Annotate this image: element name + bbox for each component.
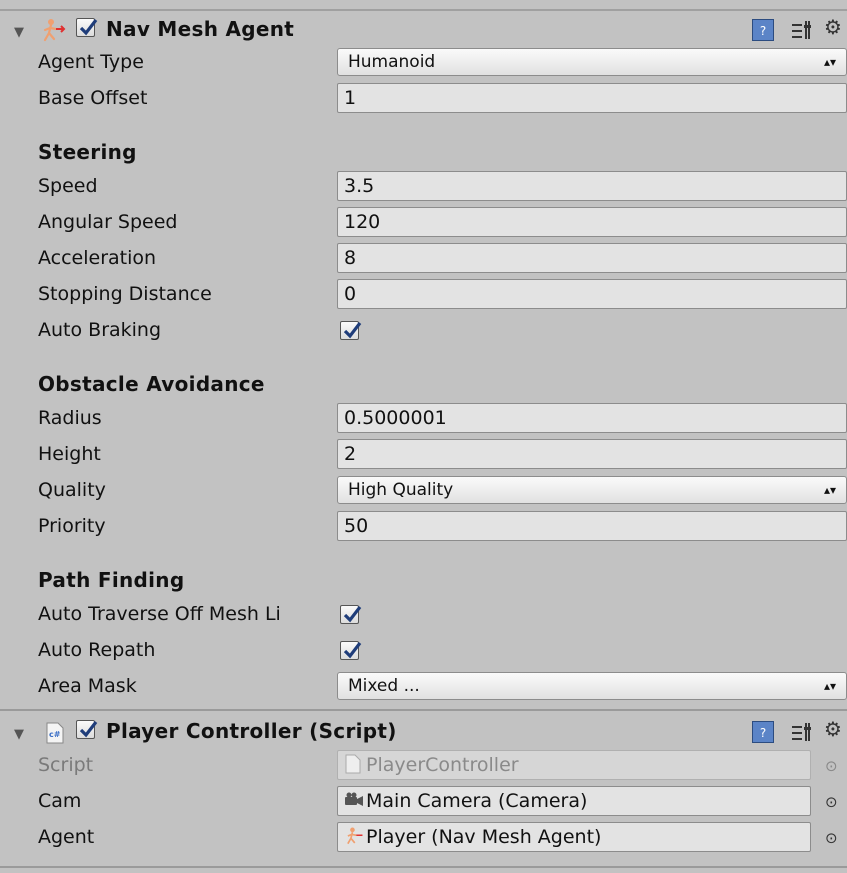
object-picker-icon[interactable]: ⊙ xyxy=(825,793,838,811)
stopping-distance-label: Stopping Distance xyxy=(38,283,212,305)
svg-text:c#: c# xyxy=(49,730,61,739)
base-offset-label: Base Offset xyxy=(38,87,148,109)
script-file-icon xyxy=(344,754,364,774)
agent-type-dropdown[interactable]: Humanoid ▴▾ xyxy=(337,48,847,76)
obstacle-avoidance-heading: Obstacle Avoidance xyxy=(38,372,265,396)
speed-field[interactable]: 3.5 xyxy=(337,171,847,201)
agent-type-row: Agent Type Humanoid ▴▾ xyxy=(0,45,847,81)
player-controller-enabled-checkbox[interactable] xyxy=(76,720,98,739)
auto-repath-label: Auto Repath xyxy=(38,639,156,661)
priority-label: Priority xyxy=(38,515,106,537)
agent-value: Player (Nav Mesh Agent) xyxy=(366,826,602,848)
acceleration-row: Acceleration 8 xyxy=(0,241,847,277)
quality-value: High Quality xyxy=(348,480,454,500)
auto-braking-checkbox[interactable] xyxy=(340,321,362,340)
auto-traverse-checkbox[interactable] xyxy=(340,605,362,624)
nav-mesh-agent-enabled-checkbox[interactable] xyxy=(76,18,98,37)
auto-braking-row: Auto Braking xyxy=(0,313,847,349)
script-value: PlayerController xyxy=(366,754,519,776)
speed-row: Speed 3.5 xyxy=(0,169,847,205)
height-field[interactable]: 2 xyxy=(337,439,847,469)
area-mask-dropdown[interactable]: Mixed ... ▴▾ xyxy=(337,672,847,700)
presets-icon[interactable] xyxy=(789,17,813,43)
foldout-arrow-icon[interactable]: ▼ xyxy=(14,25,24,40)
radius-row: Radius 0.5000001 xyxy=(0,401,847,437)
auto-traverse-row: Auto Traverse Off Mesh Li xyxy=(0,597,847,633)
auto-repath-row: Auto Repath xyxy=(0,633,847,669)
area-mask-value: Mixed ... xyxy=(348,676,420,696)
auto-repath-checkbox[interactable] xyxy=(340,641,362,660)
camera-icon xyxy=(344,790,364,810)
acceleration-field[interactable]: 8 xyxy=(337,243,847,273)
quality-row: Quality High Quality ▴▾ xyxy=(0,473,847,509)
area-mask-label: Area Mask xyxy=(38,675,137,697)
nav-mesh-agent-icon xyxy=(344,826,364,846)
player-controller-header[interactable]: ▼ c# Player Controller (Script) ? ⚙ xyxy=(0,713,847,753)
nav-mesh-agent-icon xyxy=(40,17,66,43)
inspector-top-edge xyxy=(0,0,847,11)
auto-traverse-label: Auto Traverse Off Mesh Li xyxy=(38,603,281,625)
priority-row: Priority 50 xyxy=(0,509,847,545)
component-divider xyxy=(0,709,847,711)
script-row: Script PlayerController ⊙ xyxy=(0,748,847,784)
agent-row: Agent Player (Nav Mesh Agent) ⊙ xyxy=(0,820,847,856)
height-label: Height xyxy=(38,443,101,465)
component-title: Nav Mesh Agent xyxy=(106,17,295,41)
script-label: Script xyxy=(38,754,94,776)
stopping-distance-field[interactable]: 0 xyxy=(337,279,847,309)
dropdown-arrow-icon: ▴▾ xyxy=(823,483,836,497)
steering-heading: Steering xyxy=(38,140,137,164)
base-offset-field[interactable]: 1 xyxy=(337,83,847,113)
cam-field[interactable]: Main Camera (Camera) xyxy=(337,786,811,816)
base-offset-row: Base Offset 1 xyxy=(0,81,847,117)
dropdown-arrow-icon: ▴▾ xyxy=(823,55,836,69)
angular-speed-field[interactable]: 120 xyxy=(337,207,847,237)
cam-row: Cam Main Camera (Camera) ⊙ xyxy=(0,784,847,820)
quality-label: Quality xyxy=(38,479,106,501)
foldout-arrow-icon[interactable]: ▼ xyxy=(14,727,24,742)
height-row: Height 2 xyxy=(0,437,847,473)
angular-speed-row: Angular Speed 120 xyxy=(0,205,847,241)
stopping-distance-row: Stopping Distance 0 xyxy=(0,277,847,313)
dropdown-arrow-icon: ▴▾ xyxy=(823,679,836,693)
object-picker-icon: ⊙ xyxy=(825,757,838,775)
object-picker-icon[interactable]: ⊙ xyxy=(825,829,838,847)
csharp-script-icon: c# xyxy=(44,722,66,744)
angular-speed-label: Angular Speed xyxy=(38,211,178,233)
radius-field[interactable]: 0.5000001 xyxy=(337,403,847,433)
quality-dropdown[interactable]: High Quality ▴▾ xyxy=(337,476,847,504)
auto-braking-label: Auto Braking xyxy=(38,319,162,341)
agent-type-value: Humanoid xyxy=(348,52,436,72)
gear-icon[interactable]: ⚙ xyxy=(824,15,842,39)
agent-type-label: Agent Type xyxy=(38,51,144,73)
path-finding-heading: Path Finding xyxy=(38,568,185,592)
help-icon[interactable]: ? xyxy=(752,19,774,41)
component-title: Player Controller (Script) xyxy=(106,719,397,743)
agent-field[interactable]: Player (Nav Mesh Agent) xyxy=(337,822,811,852)
speed-label: Speed xyxy=(38,175,98,197)
cam-value: Main Camera (Camera) xyxy=(366,790,588,812)
component-divider xyxy=(0,866,847,868)
script-field: PlayerController xyxy=(337,750,811,780)
presets-icon[interactable] xyxy=(789,719,813,745)
cam-label: Cam xyxy=(38,790,82,812)
radius-label: Radius xyxy=(38,407,102,429)
gear-icon[interactable]: ⚙ xyxy=(824,717,842,741)
help-icon[interactable]: ? xyxy=(752,721,774,743)
priority-field[interactable]: 50 xyxy=(337,511,847,541)
acceleration-label: Acceleration xyxy=(38,247,157,269)
area-mask-row: Area Mask Mixed ... ▴▾ xyxy=(0,669,847,705)
agent-label: Agent xyxy=(38,826,95,848)
